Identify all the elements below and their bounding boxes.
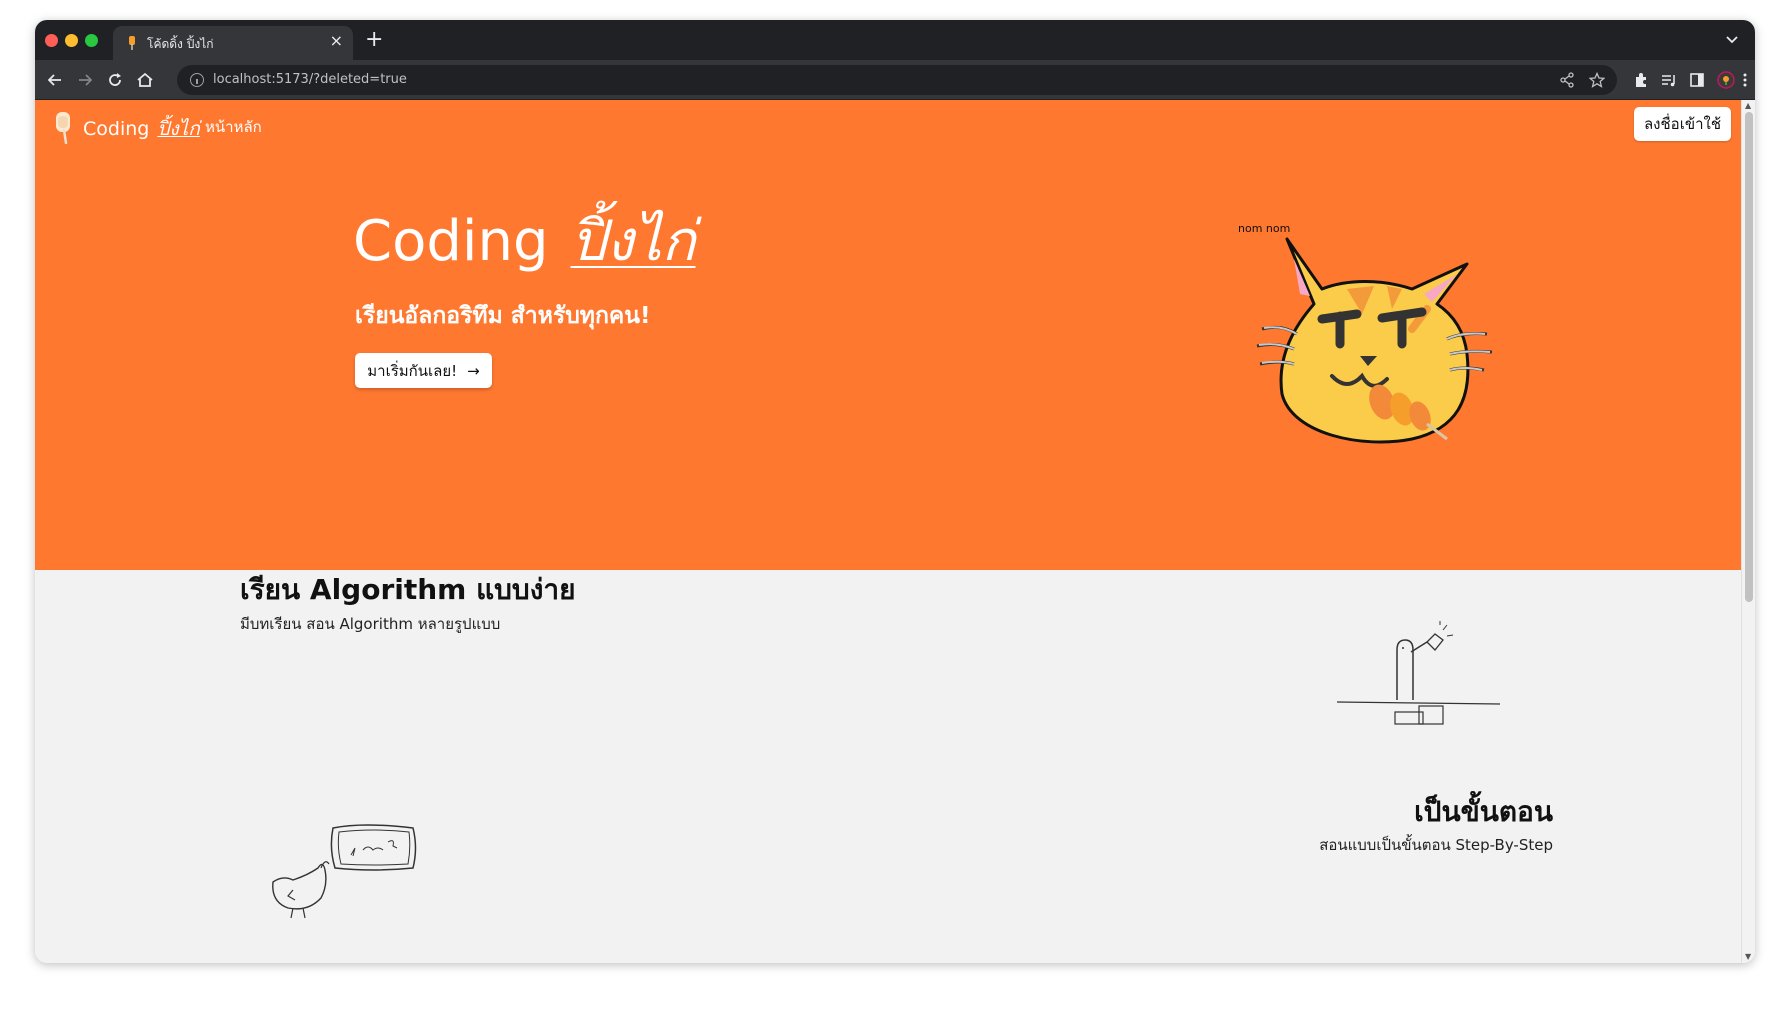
star-icon[interactable] <box>1589 72 1605 88</box>
home-icon[interactable] <box>135 70 155 90</box>
hero-title: Coding ปิ้งไก่ <box>353 210 695 274</box>
tab-close-icon[interactable]: × <box>330 33 343 49</box>
info-icon[interactable] <box>190 73 204 87</box>
feature-desc-algorithm: มีบทเรียน สอน Algorithm หลายรูปแบบ <box>240 615 501 633</box>
reload-icon[interactable] <box>105 70 125 90</box>
tab-title: โค้ดดิ้ง ปิ้งไก่ <box>147 37 214 51</box>
feature-title-step-by-step: เป็นขั้นตอน <box>1414 795 1553 828</box>
hero-wave-divider <box>35 440 1741 525</box>
new-tab-button[interactable]: + <box>365 29 383 51</box>
media-icon[interactable] <box>1661 72 1677 88</box>
logo-thai-text: ปิ้งไก่ <box>157 118 200 140</box>
forward-icon[interactable] <box>75 70 95 90</box>
minimize-window-button[interactable] <box>65 34 78 47</box>
tab-search-icon[interactable] <box>1723 30 1741 48</box>
close-window-button[interactable] <box>45 34 58 47</box>
get-started-label: มาเริ่มกันเลย! <box>367 361 458 380</box>
login-button[interactable]: ลงชื่อเข้าใช้ <box>1634 107 1731 141</box>
tab-bar: โค้ดดิ้ง ปิ้งไก่ × + <box>35 20 1755 60</box>
scroll-down-icon[interactable]: ▼ <box>1745 953 1753 961</box>
chicken-skewer-icon <box>129 36 135 50</box>
page-scrollbar[interactable]: ▲ ▼ <box>1741 100 1755 963</box>
nav-home-link[interactable]: หน้าหลัก <box>205 115 262 139</box>
back-icon[interactable] <box>45 70 65 90</box>
page-viewport: Coding ปิ้งไก่ หน้าหลัก ลงชื่อเข้าใช้ Cod… <box>35 100 1755 963</box>
scroll-up-icon[interactable]: ▲ <box>1745 102 1753 110</box>
hero-title-thai: ปิ้งไก่ <box>570 209 696 274</box>
extensions-icon[interactable] <box>1633 72 1649 88</box>
hero-subtitle: เรียนอัลกอริทึม สำหรับทุกคน! <box>355 303 651 329</box>
get-started-button[interactable]: มาเริ่มกันเลย! → <box>355 353 492 388</box>
chicken-sketch-illustration <box>1336 621 1501 725</box>
browser-window: โค้ดดิ้ง ปิ้งไก่ × + localhost:5173/?del… <box>35 20 1755 963</box>
hero-title-text: Coding <box>353 209 549 274</box>
cat-eating-illustration <box>1256 237 1493 444</box>
chicken-skewer-logo-icon <box>56 112 70 144</box>
menu-icon[interactable] <box>1741 72 1749 88</box>
sidebar-icon[interactable] <box>1689 72 1705 88</box>
feature-title-algorithm: เรียน Algorithm แบบง่าย <box>240 573 576 606</box>
share-icon[interactable] <box>1559 72 1575 88</box>
scrollbar-thumb[interactable] <box>1745 112 1753 602</box>
profile-icon[interactable] <box>1717 71 1735 89</box>
arrow-right-icon: → <box>467 361 480 380</box>
feature-desc-step-by-step: สอนแบบเป็นขั้นตอน Step-By-Step <box>1319 836 1553 854</box>
hen-with-sign-illustration <box>272 824 417 919</box>
address-bar[interactable]: localhost:5173/?deleted=true <box>177 65 1617 95</box>
site-logo[interactable]: Coding ปิ้งไก่ <box>83 114 200 144</box>
browser-tab[interactable]: โค้ดดิ้ง ปิ้งไก่ × <box>113 26 353 60</box>
logo-text: Coding <box>83 118 150 140</box>
browser-toolbar: localhost:5173/?deleted=true <box>35 60 1755 100</box>
url-text[interactable]: localhost:5173/?deleted=true <box>213 72 407 87</box>
maximize-window-button[interactable] <box>85 34 98 47</box>
